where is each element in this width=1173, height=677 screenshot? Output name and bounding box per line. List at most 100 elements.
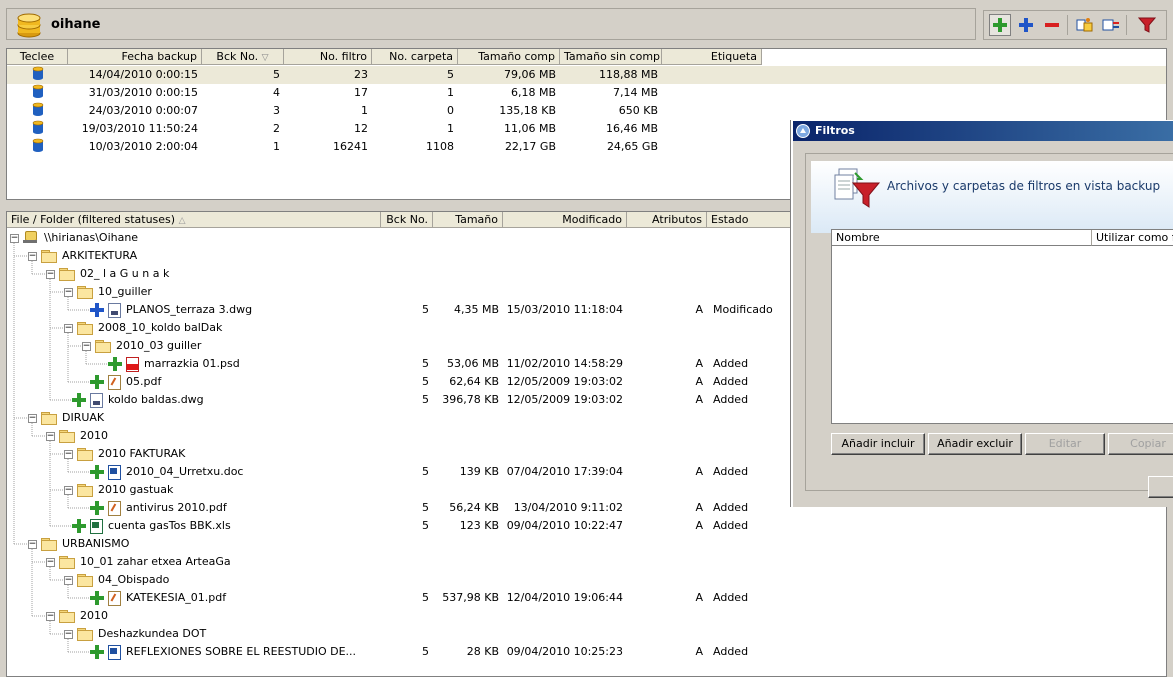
columns-button[interactable] [1100, 14, 1122, 36]
minus-icon [1045, 23, 1059, 27]
folder-row[interactable]: − 10_01 zahar etxea ArteaGa [7, 553, 1166, 571]
col-file-bck-no[interactable]: Bck No. [381, 212, 433, 228]
collapse-toggle[interactable]: − [46, 269, 55, 279]
funnel-icon [1138, 17, 1156, 33]
file-cell-size: 139 KB [459, 465, 499, 478]
ok-button[interactable] [1148, 476, 1173, 498]
col-etiqueta[interactable]: Etiqueta [662, 49, 762, 65]
collapse-toggle[interactable]: − [28, 413, 37, 423]
file-cell-bck: 5 [422, 393, 429, 406]
collapse-toggle[interactable]: − [28, 251, 37, 261]
backup-cell-comp: 79,06 MB [503, 68, 556, 81]
col-no-filtro[interactable]: No. filtro [284, 49, 372, 65]
backup-cell-etiqueta [662, 138, 762, 156]
restore-button[interactable] [1074, 14, 1096, 36]
node-label: antivirus 2010.pdf [126, 501, 227, 514]
copy-button[interactable]: Copiar [1108, 433, 1173, 455]
filters-list-header: Nombre Utilizar como filtro [832, 230, 1173, 246]
collapse-toggle[interactable]: − [64, 287, 73, 297]
plus-green-icon [993, 18, 1007, 32]
backup-cell-carpeta: 1 [447, 86, 454, 99]
collapse-toggle[interactable]: − [64, 629, 73, 639]
file-row[interactable]: REFLEXIONES SOBRE EL REESTUDIO DE... 5 28 … [7, 643, 1166, 661]
col-teclee[interactable]: Teclee [7, 49, 68, 65]
folder-row[interactable]: − Deshazkundea DOT [7, 625, 1166, 643]
collapse-toggle[interactable]: − [46, 611, 55, 621]
collapse-toggle[interactable]: − [64, 485, 73, 495]
file-cell-attr: A [695, 645, 703, 658]
file-cell-estado: Added [713, 645, 749, 658]
backup-cell-comp: 22,17 GB [504, 140, 556, 153]
collapse-toggle[interactable]: − [64, 575, 73, 585]
node-label: 2008_10_koldo balDak [98, 321, 223, 334]
collapse-toggle[interactable]: − [46, 431, 55, 441]
toolbar-separator [1067, 15, 1068, 35]
node-label: PLANOS_terraza 3.dwg [126, 303, 253, 316]
toolbar-separator [1126, 15, 1127, 35]
col-bck-no[interactable]: Bck No. ▽ [202, 49, 284, 65]
columns-icon [1102, 19, 1119, 31]
col-estado[interactable]: Estado [707, 212, 793, 228]
backup-cell-date: 24/03/2010 0:00:07 [88, 104, 198, 117]
file-cell-estado: Added [713, 591, 749, 604]
remove-button[interactable] [1041, 14, 1063, 36]
tree-node: koldo baldas.dwg [72, 391, 204, 409]
added-icon [90, 375, 104, 389]
collapse-toggle[interactable]: − [46, 557, 55, 567]
backup-icon [7, 66, 68, 84]
add-exclude-button[interactable]: Añadir excluir [928, 433, 1022, 455]
backup-cell-bck: 2 [273, 122, 280, 135]
col-no-carpeta[interactable]: No. carpeta [372, 49, 458, 65]
filters-list[interactable]: Nombre Utilizar como filtro [831, 229, 1173, 424]
col-utilizar-como-filtro[interactable]: Utilizar como filtro [1092, 230, 1173, 246]
node-label: cuenta gasTos BBK.xls [108, 519, 231, 532]
folder-icon [41, 250, 57, 263]
tree-node: − 2010 FAKTURAK [64, 445, 185, 463]
collapse-toggle[interactable]: − [10, 233, 19, 243]
add-include-button[interactable]: Añadir incluir [831, 433, 925, 455]
col-atributos[interactable]: Atributos [627, 212, 707, 228]
collapse-toggle[interactable]: − [64, 323, 73, 333]
modified-icon [90, 303, 104, 317]
added-icon [72, 393, 86, 407]
title-panel: oihane [6, 8, 976, 40]
collapse-toggle[interactable]: − [82, 341, 91, 351]
folder-icon [77, 628, 93, 641]
filtros-dialog: Filtros Archivos y carpetas de filtros e… [791, 120, 1173, 507]
file-row[interactable]: cuenta gasTos BBK.xls 5 123 KB 09/04/2010 1… [7, 517, 1166, 535]
file-cell-attr: A [695, 465, 703, 478]
folder-icon [77, 574, 93, 587]
backup-cell-sincomp: 118,88 MB [598, 68, 658, 81]
add-backup-button[interactable] [989, 14, 1011, 36]
app-menu-icon[interactable] [796, 124, 810, 138]
col-tamano-sin-compr[interactable]: Tamaño sin compr [560, 49, 662, 65]
add-item-button[interactable] [1015, 14, 1037, 36]
plus-blue-icon [1019, 18, 1033, 32]
node-label: KATEKESIA_01.pdf [126, 591, 227, 604]
edit-button[interactable]: Editar [1025, 433, 1105, 455]
folder-icon [77, 286, 93, 299]
tree-node: − 02_ l a G u n a k [46, 265, 169, 283]
tree-node: − URBANISMO [28, 535, 129, 553]
backup-cell-bck: 5 [273, 68, 280, 81]
collapse-toggle[interactable]: − [28, 539, 37, 549]
folder-icon [41, 538, 57, 551]
folder-row[interactable]: − 04_Obispado [7, 571, 1166, 589]
backup-cell-etiqueta [662, 84, 762, 102]
file-cell-mod: 09/04/2010 10:22:47 [506, 519, 623, 532]
filter-button[interactable] [1136, 14, 1158, 36]
col-tamano-comp[interactable]: Tamaño comp [458, 49, 560, 65]
backup-row[interactable]: 14/04/2010 0:00:15 5 23 5 79,06 MB 118,88 MB [7, 66, 1166, 84]
file-cell-mod: 13/04/2010 9:11:02 [513, 501, 623, 514]
col-modificado[interactable]: Modificado [503, 212, 627, 228]
collapse-toggle[interactable]: − [64, 449, 73, 459]
col-nombre[interactable]: Nombre [832, 230, 1092, 246]
backup-row[interactable]: 31/03/2010 0:00:15 4 17 1 6,18 MB 7,14 MB [7, 84, 1166, 102]
col-tamano[interactable]: Tamaño [433, 212, 503, 228]
col-fecha-backup[interactable]: Fecha backup [68, 49, 202, 65]
folder-row[interactable]: − 2010 [7, 607, 1166, 625]
filtros-titlebar[interactable]: Filtros [793, 121, 1173, 141]
folder-row[interactable]: − URBANISMO [7, 535, 1166, 553]
backup-row[interactable]: 24/03/2010 0:00:07 3 1 0 135,18 KB 650 KB [7, 102, 1166, 120]
file-row[interactable]: KATEKESIA_01.pdf 5 537,98 KB 12/04/2010 19:… [7, 589, 1166, 607]
